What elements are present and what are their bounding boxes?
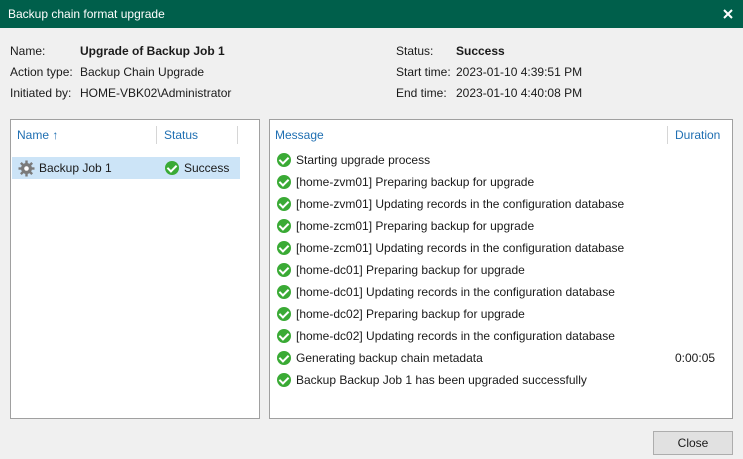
success-icon bbox=[165, 161, 179, 175]
success-icon bbox=[277, 197, 291, 211]
column-separator[interactable] bbox=[667, 126, 668, 144]
message-text: [home-zcm01] Preparing backup for upgrad… bbox=[296, 219, 535, 233]
name-value: Upgrade of Backup Job 1 bbox=[80, 44, 225, 58]
message-text: [home-dc01] Preparing backup for upgrade bbox=[296, 263, 525, 277]
start-time-label: Start time: bbox=[396, 65, 451, 79]
sort-ascending-icon: ↑ bbox=[52, 128, 59, 142]
job-status: Success bbox=[184, 161, 230, 175]
jobs-list[interactable]: Name ↑ Status Backup Job 1 Success bbox=[10, 119, 260, 419]
success-icon bbox=[277, 285, 291, 299]
message-text: [home-zvm01] Updating records in the con… bbox=[296, 197, 625, 211]
action-type-label: Action type: bbox=[10, 65, 73, 79]
start-time-value: 2023-01-10 4:39:51 PM bbox=[456, 65, 583, 79]
success-icon bbox=[277, 219, 291, 233]
job-name: Backup Job 1 bbox=[39, 161, 112, 175]
message-row[interactable]: [home-zcm01] Preparing backup for upgrad… bbox=[277, 215, 732, 237]
status-value: Success bbox=[456, 44, 505, 58]
message-row[interactable]: [home-zcm01] Updating records in the con… bbox=[277, 237, 732, 259]
column-separator[interactable] bbox=[237, 126, 238, 144]
column-header-message[interactable]: Message bbox=[275, 128, 324, 142]
column-header-duration[interactable]: Duration bbox=[675, 128, 720, 142]
success-icon bbox=[277, 153, 291, 167]
end-time-value: 2023-01-10 4:40:08 PM bbox=[456, 86, 583, 100]
job-row[interactable]: Backup Job 1 Success bbox=[12, 157, 240, 179]
message-text: [home-dc02] Updating records in the conf… bbox=[296, 329, 615, 343]
status-label: Status: bbox=[396, 44, 434, 58]
name-label: Name: bbox=[10, 44, 46, 58]
message-row[interactable]: [home-zvm01] Updating records in the con… bbox=[277, 193, 732, 215]
success-icon bbox=[277, 307, 291, 321]
title-bar: Backup chain format upgrade bbox=[0, 0, 743, 28]
message-text: [home-zvm01] Preparing backup for upgrad… bbox=[296, 175, 535, 189]
action-type-value: Backup Chain Upgrade bbox=[80, 65, 205, 79]
message-row[interactable]: Starting upgrade process bbox=[277, 149, 732, 171]
message-text: Backup Backup Job 1 has been upgraded su… bbox=[296, 373, 587, 387]
message-row[interactable]: [home-dc02] Preparing backup for upgrade bbox=[277, 303, 732, 325]
end-time-label: End time: bbox=[396, 86, 447, 100]
message-row[interactable]: [home-dc01] Preparing backup for upgrade bbox=[277, 259, 732, 281]
column-separator[interactable] bbox=[156, 126, 157, 144]
column-header-name-label: Name bbox=[17, 128, 50, 142]
close-window-button[interactable] bbox=[713, 0, 743, 28]
gear-icon bbox=[18, 160, 35, 177]
message-row[interactable]: Backup Backup Job 1 has been upgraded su… bbox=[277, 369, 732, 391]
window-title: Backup chain format upgrade bbox=[8, 7, 165, 21]
message-row[interactable]: [home-dc02] Updating records in the conf… bbox=[277, 325, 732, 347]
message-text: Starting upgrade process bbox=[296, 153, 431, 167]
messages-list[interactable]: Message Duration Starting upgrade proces… bbox=[269, 119, 733, 419]
success-icon bbox=[277, 175, 291, 189]
initiated-by-label: Initiated by: bbox=[10, 86, 72, 100]
success-icon bbox=[277, 373, 291, 387]
initiated-by-value: HOME-VBK02\Administrator bbox=[80, 86, 232, 100]
close-icon bbox=[723, 9, 733, 19]
column-header-name[interactable]: Name ↑ bbox=[17, 128, 58, 142]
success-icon bbox=[277, 329, 291, 343]
success-icon bbox=[277, 263, 291, 277]
column-header-status[interactable]: Status bbox=[164, 128, 198, 142]
message-duration: 0:00:05 bbox=[675, 351, 716, 365]
message-text: [home-dc01] Updating records in the conf… bbox=[296, 285, 615, 299]
message-row[interactable]: Generating backup chain metadata 0:00:05 bbox=[277, 347, 732, 369]
message-text: Generating backup chain metadata bbox=[296, 351, 483, 365]
message-row[interactable]: [home-zvm01] Preparing backup for upgrad… bbox=[277, 171, 732, 193]
success-icon bbox=[277, 351, 291, 365]
message-text: [home-zcm01] Updating records in the con… bbox=[296, 241, 625, 255]
success-icon bbox=[277, 241, 291, 255]
message-text: [home-dc02] Preparing backup for upgrade bbox=[296, 307, 525, 321]
message-row[interactable]: [home-dc01] Updating records in the conf… bbox=[277, 281, 732, 303]
close-button[interactable]: Close bbox=[653, 431, 733, 455]
